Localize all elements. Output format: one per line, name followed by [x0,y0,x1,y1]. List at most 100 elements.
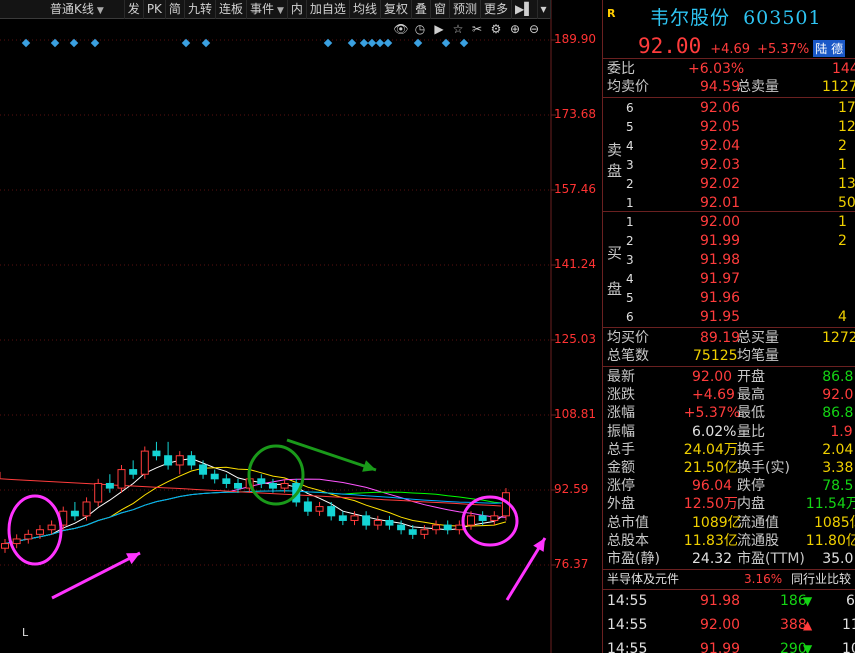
toolbar-13[interactable]: 预测 [450,0,482,19]
toolbar-5[interactable]: 连板 [216,0,247,19]
weibi-right: 144 [832,61,855,77]
candle-body[interactable] [234,482,242,489]
candle-body[interactable] [408,529,417,535]
candle-body[interactable] [24,533,33,540]
toolbar-8[interactable]: 加自选 [307,0,350,19]
kline-chart-area[interactable]: 普通K线 ▼ 发 PK 简九转 连板 事件 ▼ 内加自选 均线 复权叠窗预测 更多 ▶▌ ▾ 👁 ◷ ▶ ☆ ✂ ⚙… [0,0,600,653]
candle-body[interactable] [362,515,371,526]
candle-body[interactable] [432,524,441,531]
scissors-icon[interactable]: ✂ [469,22,485,36]
candle-body[interactable] [222,478,231,484]
arrow-down-icon: ▼ [803,642,813,653]
zoom-out-icon[interactable]: ⊖ [526,22,542,36]
toolbar-10[interactable]: 复权 [381,0,412,19]
candle-body[interactable] [199,464,208,475]
candle-body[interactable] [467,515,475,526]
candle-body[interactable] [455,524,464,531]
sector-compare-button[interactable]: 同行业比较 [791,570,851,588]
y-tick-label: 125.03 [554,331,596,346]
buy-level-6: 6 [626,310,634,324]
arrow-down-icon: ▼ [803,594,813,608]
candle-body[interactable] [478,515,487,521]
history-icon[interactable]: ◷ [412,22,428,36]
candle-body[interactable] [443,524,452,531]
candle-body[interactable] [420,529,429,535]
candle-body[interactable] [303,501,312,512]
avg-sell-label: 均卖价 [607,79,649,95]
stat-value: 6.02% [692,423,737,440]
stat-value: 11.80亿 [805,532,855,549]
candle-body[interactable] [187,455,196,466]
stat-label: 涨停 [607,478,635,495]
toolbar-11[interactable]: 叠 [412,0,431,19]
candle-body[interactable] [105,482,114,489]
candle-body[interactable] [1,543,9,549]
stat-value: 86.8 [822,369,854,385]
candle-body[interactable] [490,515,499,521]
stat-label: 流通值 [737,514,779,531]
sell-level-5: 5 [626,120,634,134]
candle-body[interactable] [70,510,79,517]
stat-label: 金额 [607,460,635,476]
candle-body[interactable] [152,450,161,457]
toolbar-1[interactable]: 发 [125,0,144,19]
event-marker[interactable] [459,38,469,48]
candle-body[interactable] [129,469,138,475]
connect-badge[interactable]: 陆 德 [813,40,846,57]
toolbar-7[interactable]: 内 [288,0,307,19]
star-icon[interactable]: ☆ [450,22,466,36]
y-tick-label: 92.59 [554,481,589,496]
candle-body[interactable] [315,506,324,512]
event-marker[interactable] [375,38,385,48]
toolbar-9[interactable]: 均线 [350,0,381,19]
buy-price: 92.00 [700,214,741,230]
stat-label: 换手(实) [737,460,790,476]
toolbar-2[interactable]: PK [144,0,166,19]
toolbar-12[interactable]: 窗 [431,0,450,19]
avg-sell-value: 94.59 [700,79,741,95]
event-marker[interactable] [323,38,333,48]
candle-body[interactable] [47,524,56,531]
candle-body[interactable] [338,515,347,521]
kline-chart[interactable] [0,0,600,653]
candle-body[interactable] [140,450,149,475]
candle-body[interactable] [164,455,173,466]
candle-body[interactable] [373,519,382,526]
candle-body[interactable] [82,501,91,517]
candle-body[interactable] [117,469,126,489]
candle-body[interactable] [268,482,277,489]
candle-body[interactable] [280,482,289,489]
candle-body[interactable] [350,515,359,521]
candle-body[interactable] [94,482,103,503]
candle-body[interactable] [327,506,336,517]
candle-body[interactable] [12,538,21,545]
expand-icon[interactable]: ▶▌ [512,0,538,19]
chevron-down-icon[interactable]: ▾ [538,0,551,19]
candle-body[interactable] [385,519,394,526]
stat-value: 1.9 [830,423,853,440]
candle-body[interactable] [35,529,44,535]
candle-body[interactable] [175,455,184,466]
y-tick-label: 189.90 [554,32,596,46]
annotation-circle [247,444,305,506]
avg-buy-label: 均买价 [607,330,649,346]
zoom-in-icon[interactable]: ⊕ [507,22,523,36]
candle-body[interactable] [210,473,219,480]
event-marker[interactable] [347,38,357,48]
toolbar-0[interactable]: 普通K线 ▼ [0,0,125,19]
sell-volume: 2 [838,138,847,154]
toolbar-3[interactable]: 简 [166,0,185,19]
toolbar-14[interactable]: 更多 [481,0,513,19]
gear-icon[interactable]: ⚙ [488,22,504,36]
eye-icon[interactable]: 👁 [393,22,409,36]
event-marker[interactable] [359,38,369,48]
event-marker[interactable] [367,38,377,48]
sell-level-6: 6 [626,101,634,115]
stock-title[interactable]: 韦尔股份 603501 [650,3,822,30]
play-icon[interactable]: ▶ [431,22,447,36]
candle-body[interactable] [257,478,266,484]
candle-body[interactable] [397,524,406,531]
toolbar-4[interactable]: 九转 [185,0,216,19]
event-marker[interactable] [383,38,393,48]
toolbar-6[interactable]: 事件 ▼ [247,0,288,19]
